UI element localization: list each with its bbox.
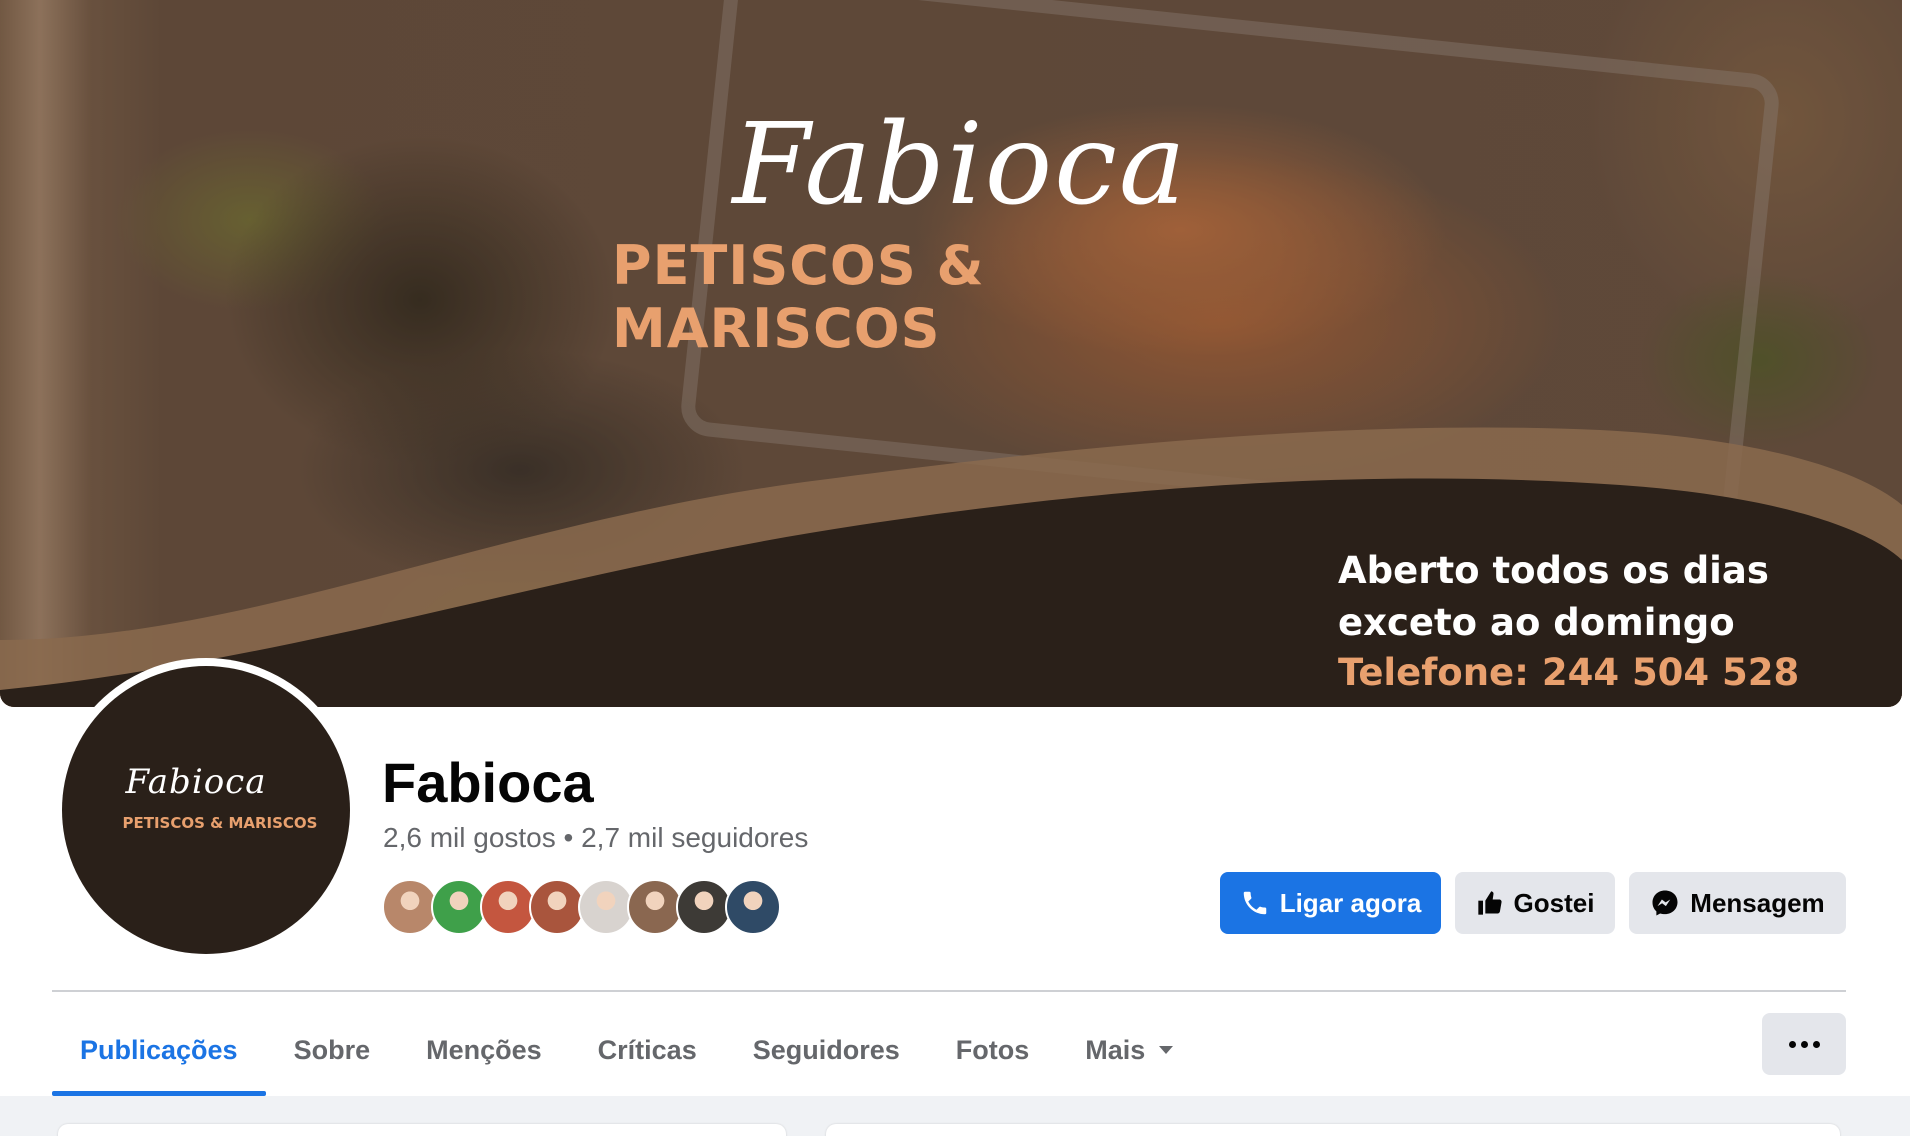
like-button[interactable]: Gostei — [1455, 872, 1615, 934]
feed-card-right — [826, 1124, 1840, 1136]
tab-mais[interactable]: Mais — [1057, 1012, 1201, 1088]
cover-brand: Fabioca PETISCOS & MARISCOS — [600, 100, 1320, 360]
follower-avatar[interactable] — [676, 879, 732, 935]
follower-avatar[interactable] — [382, 879, 438, 935]
follower-avatar[interactable] — [627, 879, 683, 935]
tab-sobre[interactable]: Sobre — [266, 1012, 399, 1088]
messenger-icon — [1652, 890, 1678, 916]
page-title: Fabioca — [382, 751, 594, 814]
facebook-page-profile: Fabioca PETISCOS & MARISCOS Aberto todos… — [0, 0, 1910, 1136]
tab-publicacoes[interactable]: Publicações — [52, 1012, 266, 1096]
cover-photo[interactable]: Fabioca PETISCOS & MARISCOS Aberto todos… — [0, 0, 1902, 707]
ellipsis-icon-dot — [1800, 1040, 1808, 1048]
message-label: Mensagem — [1690, 887, 1825, 918]
header-divider — [52, 990, 1846, 992]
avatar-brand-name: Fabioca — [125, 762, 267, 802]
message-button[interactable]: Mensagem — [1629, 872, 1846, 934]
follower-avatar[interactable] — [431, 879, 487, 935]
follower-avatar[interactable] — [725, 879, 781, 935]
avatar[interactable]: Fabioca PETISCOS & MARISCOS — [62, 666, 350, 954]
tab-label: Sobre — [293, 1034, 371, 1065]
cover-info-line-1: Aberto todos os dias — [1338, 549, 1769, 592]
call-now-button[interactable]: Ligar agora — [1220, 872, 1441, 934]
tab-label: Críticas — [597, 1034, 697, 1065]
page-stats[interactable]: 2,6 mil gostos • 2,7 mil seguidores — [383, 822, 808, 854]
tab-label: Mais — [1085, 1034, 1146, 1065]
feed-card-left — [58, 1124, 786, 1136]
cover-phone: Telefone: 244 504 528 — [1338, 651, 1800, 694]
thumbs-up-icon — [1477, 891, 1502, 915]
tab-label: Menções — [426, 1034, 542, 1065]
follower-avatars[interactable] — [382, 879, 802, 935]
ellipsis-icon-dot — [1812, 1040, 1820, 1048]
cover-info-line-2: exceto ao domingo — [1338, 601, 1735, 644]
follower-avatar[interactable] — [578, 879, 634, 935]
cover-brand-subtitle: PETISCOS & MARISCOS — [612, 234, 985, 360]
page-tabs: Publicações Sobre Menções Críticas Segui… — [52, 1012, 1201, 1096]
tab-criticas[interactable]: Críticas — [570, 1012, 725, 1088]
ellipsis-icon-dot — [1788, 1040, 1796, 1048]
more-options-button[interactable] — [1762, 1013, 1846, 1075]
like-label: Gostei — [1513, 887, 1595, 918]
tab-mencoes[interactable]: Menções — [398, 1012, 570, 1088]
tab-label: Seguidores — [752, 1034, 900, 1065]
tab-fotos[interactable]: Fotos — [928, 1012, 1058, 1088]
follower-avatar[interactable] — [529, 879, 585, 935]
avatar-brand-subtitle: PETISCOS & MARISCOS — [122, 814, 318, 832]
tab-seguidores[interactable]: Seguidores — [725, 1012, 928, 1088]
tab-label: Publicações — [80, 1034, 238, 1065]
phone-icon — [1243, 891, 1266, 915]
cover-opening-info: Aberto todos os dias exceto ao domingo T… — [1338, 545, 1799, 697]
call-now-label: Ligar agora — [1279, 887, 1422, 918]
cover-brand-name: Fabioca — [732, 100, 1188, 230]
caret-down-icon — [1159, 1046, 1174, 1054]
tab-label: Fotos — [955, 1034, 1030, 1065]
follower-avatar[interactable] — [480, 879, 536, 935]
